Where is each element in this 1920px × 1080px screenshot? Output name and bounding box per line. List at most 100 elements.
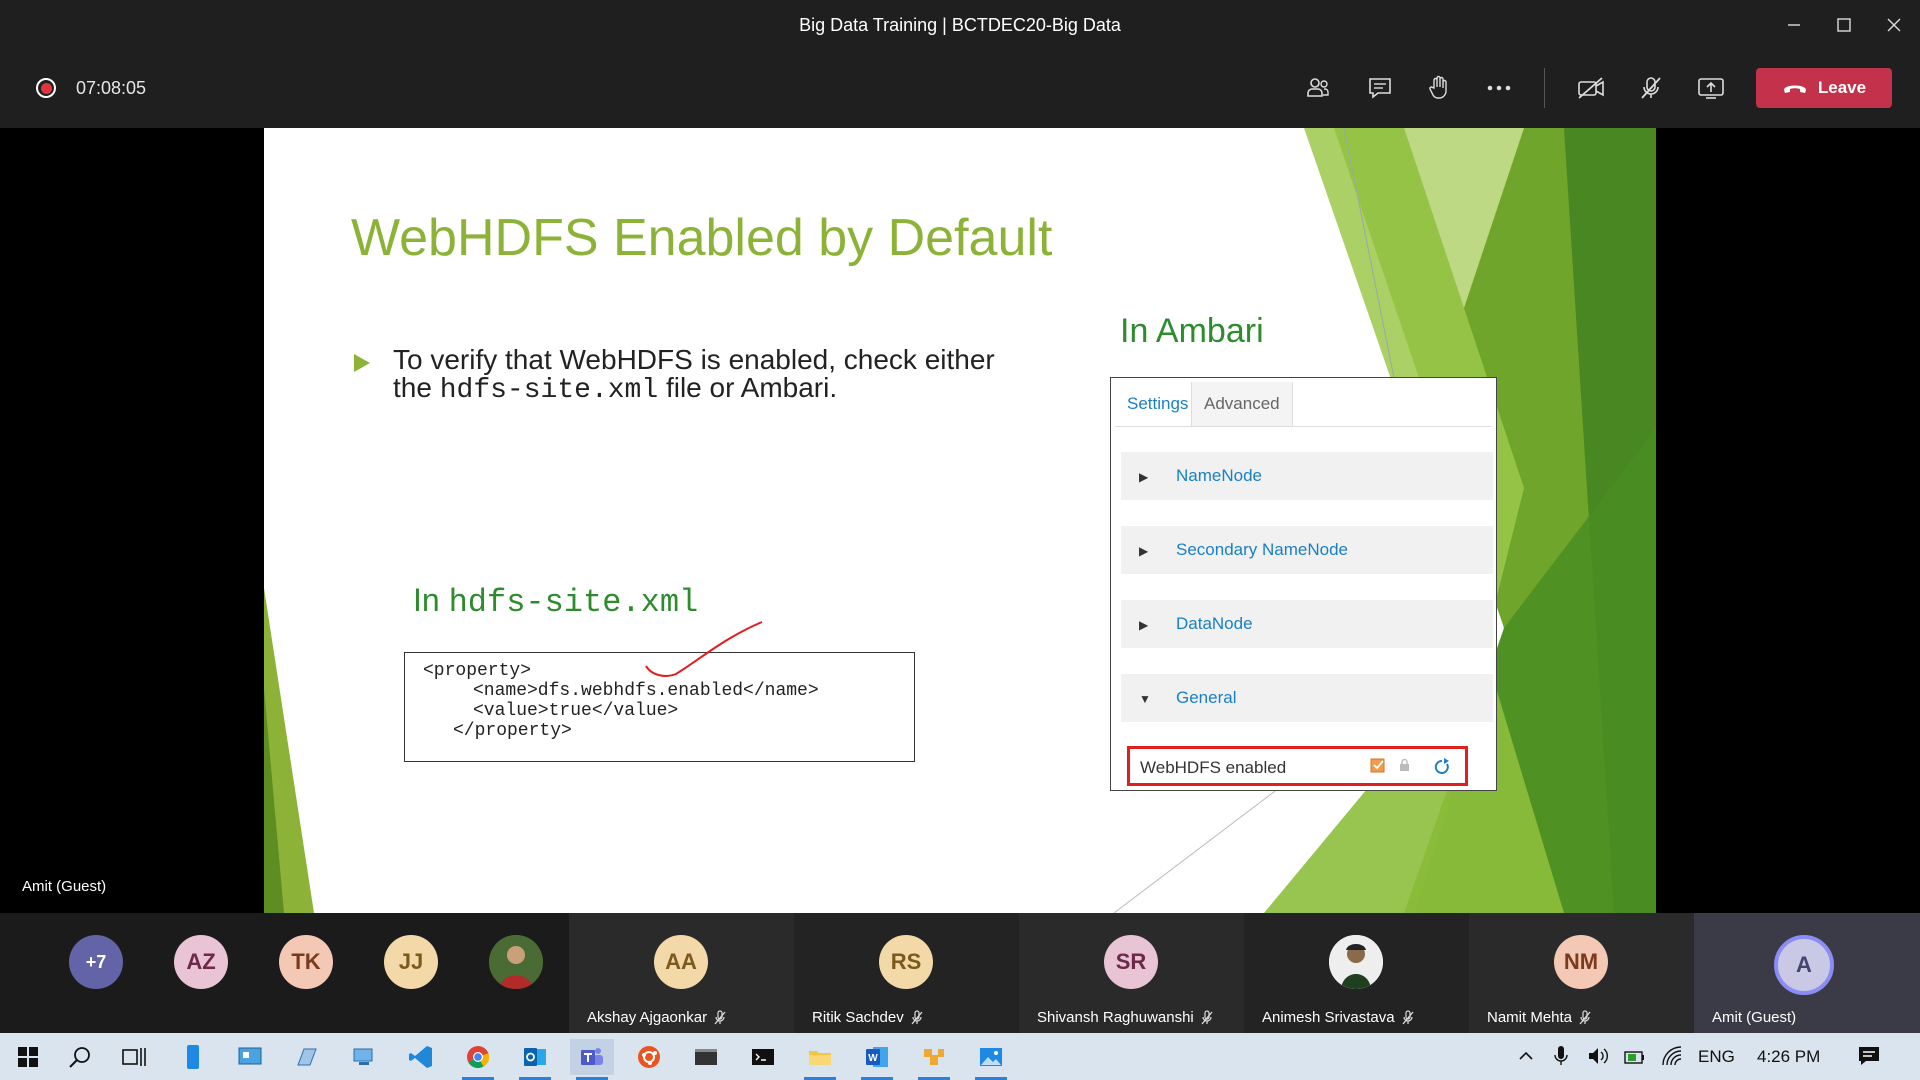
participant-name: Amit (Guest) — [1712, 1009, 1796, 1026]
taskbar-app-ubuntu[interactable] — [627, 1039, 671, 1075]
volume-icon[interactable] — [1587, 1045, 1611, 1067]
leave-button[interactable]: Leave — [1756, 68, 1892, 108]
taskbar-app-file-explorer[interactable] — [798, 1039, 842, 1080]
participant-avatar[interactable]: AZ — [174, 935, 228, 989]
windows-taskbar: W ENG 4:26 PM — [0, 1033, 1920, 1080]
section-namenode: ▶ NameNode — [1121, 452, 1493, 500]
mic-toggle-button[interactable] — [1633, 72, 1669, 104]
taskbar-app-network-tool[interactable] — [912, 1039, 956, 1080]
caret-down-icon: ▼ — [1139, 692, 1151, 706]
close-button[interactable] — [1874, 10, 1914, 40]
participants-strip: +7 AZ TK JJ AA Akshay Ajgaonkar RS Ritik… — [0, 913, 1920, 1033]
notepad-app-icon — [297, 1048, 317, 1066]
taskbar-app-notepad[interactable] — [285, 1039, 329, 1075]
taskbar-app-photos[interactable] — [969, 1039, 1013, 1080]
taskbar-app-word[interactable]: W — [855, 1039, 899, 1080]
console-icon — [695, 1049, 717, 1065]
section-label: General — [1176, 688, 1237, 707]
mic-off-icon — [1641, 77, 1661, 99]
taskbar-app-chrome[interactable] — [456, 1039, 500, 1080]
svg-text:W: W — [868, 1053, 878, 1064]
participant-avatar[interactable]: JJ — [384, 935, 438, 989]
mic-muted-icon — [1402, 1009, 1414, 1024]
meeting-timer: 07:08:05 — [76, 78, 147, 98]
participant-tile[interactable]: NM Namit Mehta — [1469, 913, 1694, 1033]
close-icon — [1887, 18, 1901, 32]
chat-button[interactable] — [1362, 72, 1398, 104]
maximize-button[interactable] — [1824, 10, 1864, 40]
setting-controls — [1370, 758, 1449, 774]
microphone-icon[interactable] — [1553, 1044, 1569, 1068]
chevron-up-icon[interactable] — [1517, 1047, 1535, 1065]
setting-label: WebHDFS enabled — [1140, 758, 1287, 777]
more-options-button[interactable] — [1481, 72, 1517, 104]
presentation-slide: WebHDFS Enabled by Default To verify tha… — [264, 128, 1656, 913]
participant-tile[interactable]: RS Ritik Sachdev — [794, 913, 1019, 1033]
raise-hand-button[interactable] — [1421, 72, 1457, 104]
tab-settings: Settings — [1127, 394, 1189, 413]
recording-icon — [36, 78, 56, 98]
file-explorer-icon — [809, 1051, 831, 1065]
speaker-name-label: Amit (Guest) — [22, 878, 107, 895]
pen-annotation-checkmark — [645, 621, 763, 677]
hang-up-icon — [1783, 85, 1806, 93]
terminal-icon — [752, 1049, 774, 1065]
start-button[interactable] — [6, 1039, 50, 1075]
taskbar-app-remote[interactable] — [342, 1039, 386, 1075]
leave-label: Leave — [1817, 78, 1867, 97]
participant-photo-avatar[interactable] — [489, 935, 543, 989]
participant-avatar: AA — [654, 935, 708, 989]
title-bar: Big Data Training | BCTDEC20-Big Data — [0, 0, 1920, 50]
raise-hand-icon — [1429, 75, 1447, 99]
caret-right-icon: ▶ — [1139, 544, 1149, 558]
tab-advanced: Advanced — [1191, 382, 1293, 426]
taskbar-app-vscode[interactable] — [399, 1039, 443, 1075]
ubuntu-icon — [638, 1046, 660, 1068]
outlook-icon — [524, 1048, 546, 1066]
slide-title: WebHDFS Enabled by Default — [351, 209, 1053, 267]
phone-app-icon — [187, 1045, 199, 1069]
language-indicator[interactable]: ENG — [1698, 1047, 1735, 1067]
participant-tile[interactable]: Animesh Srivastava — [1244, 913, 1469, 1033]
taskbar-app-control-panel[interactable] — [228, 1039, 272, 1075]
notification-center-icon[interactable] — [1857, 1044, 1881, 1068]
participant-avatar: NM — [1554, 935, 1608, 989]
task-view-button[interactable] — [112, 1039, 156, 1075]
participant-tile-self[interactable]: A Amit (Guest) — [1694, 913, 1920, 1033]
mic-muted-icon — [1201, 1009, 1213, 1024]
share-screen-button[interactable] — [1693, 72, 1729, 104]
chrome-icon — [467, 1046, 490, 1068]
participant-name: Akshay Ajgaonkar — [587, 1009, 727, 1026]
xml-line: </property> — [453, 721, 572, 741]
mic-muted-icon — [714, 1009, 726, 1024]
slide-bullet-text: To verify that WebHDFS is enabled, check… — [393, 346, 1013, 405]
participant-tile[interactable]: SR Shivansh Raghuwanshi — [1019, 913, 1244, 1033]
caret-right-icon: ▶ — [1139, 470, 1149, 484]
taskbar-app-teams[interactable] — [570, 1039, 614, 1080]
clock[interactable]: 4:26 PM — [1757, 1047, 1820, 1067]
bullet-code: hdfs-site.xml — [439, 375, 659, 406]
taskbar-app-terminal[interactable] — [741, 1039, 785, 1075]
participant-tile[interactable]: AA Akshay Ajgaonkar — [569, 913, 794, 1033]
participant-name: Namit Mehta — [1487, 1009, 1592, 1026]
battery-icon[interactable] — [1623, 1046, 1647, 1068]
participant-photo-avatar — [1329, 935, 1383, 989]
participant-avatar[interactable]: TK — [279, 935, 333, 989]
wifi-icon[interactable] — [1661, 1045, 1685, 1067]
search-button[interactable] — [58, 1039, 102, 1075]
lock-icon — [1400, 758, 1409, 771]
participant-avatar: RS — [879, 935, 933, 989]
taskbar-app-phone[interactable] — [171, 1039, 215, 1075]
taskbar-app-console[interactable] — [684, 1039, 728, 1075]
more-participants-button[interactable]: +7 — [69, 935, 123, 989]
section-label: Secondary NameNode — [1176, 540, 1348, 559]
camera-toggle-button[interactable] — [1573, 72, 1609, 104]
taskbar-app-outlook[interactable] — [513, 1039, 557, 1080]
caret-right-icon: ▶ — [1139, 618, 1149, 632]
section-secondary-namenode: ▶ Secondary NameNode — [1121, 526, 1493, 574]
participants-button[interactable] — [1300, 72, 1336, 104]
person-photo-icon — [489, 935, 543, 989]
task-view-icon — [122, 1048, 146, 1066]
share-screen-icon — [1698, 78, 1724, 99]
minimize-button[interactable] — [1774, 10, 1814, 40]
